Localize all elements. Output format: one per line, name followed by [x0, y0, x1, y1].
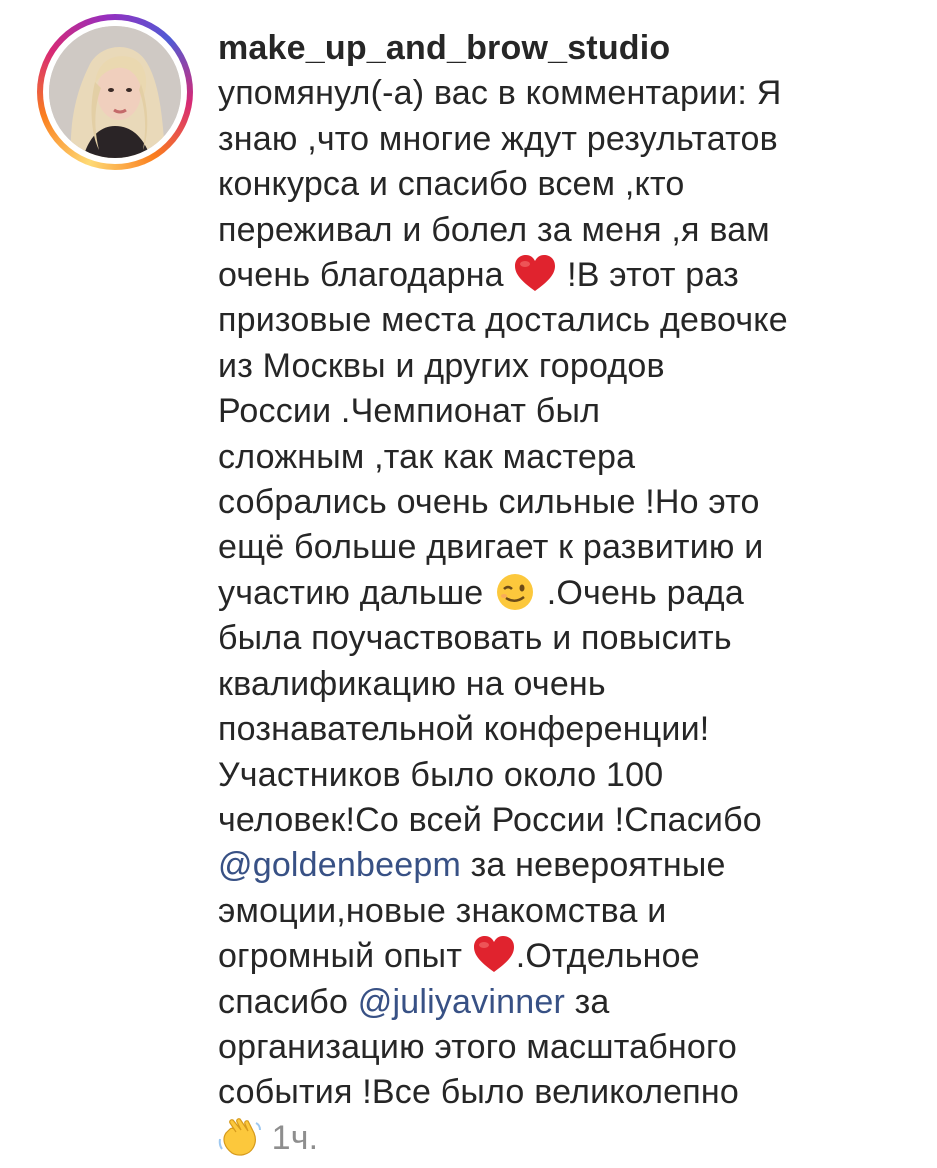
- comment-text-line: эмоции,новые знакомства и: [218, 891, 667, 930]
- comment-text-segment: !В этот раз: [567, 256, 739, 295]
- username-link[interactable]: make_up_and_brow_studio: [218, 29, 670, 67]
- comment-text-segment: спасибо: [218, 982, 349, 1021]
- comment-text-line: знаю ,что многие ждут результатов: [218, 119, 778, 158]
- avatar-portrait-icon: [49, 26, 181, 158]
- story-ring-avatar[interactable]: [37, 14, 193, 170]
- timestamp: 1ч.: [271, 1118, 319, 1157]
- waving-hand-emoji-icon: [218, 1117, 262, 1157]
- comment-text-line: Участников было около 100: [218, 755, 664, 794]
- comment-text-line: человек!Со всей России !Спасибо: [218, 800, 762, 839]
- comment-text-line: переживал и болел за меня ,я вам: [218, 210, 770, 249]
- comment-text-line: ещё больше двигает к развитию и: [218, 528, 764, 567]
- comment-text-line: собрались очень сильные !Но это: [218, 483, 760, 522]
- comment-text-line: была поучаствовать и повысить: [218, 619, 732, 658]
- comment-text-line: конкурса и спасибо всем ,кто: [218, 165, 685, 204]
- heart-emoji-icon: [513, 254, 557, 294]
- comment-text-segment: огромный опыт: [218, 937, 463, 976]
- comment-text-line: организацию этого масштабного: [218, 1027, 737, 1066]
- avatar: [49, 26, 181, 158]
- comment-text-line: квалификацию на очень: [218, 664, 606, 703]
- comment-mention-notification[interactable]: make_up_and_brow_studio упомянул(-а) вас…: [0, 0, 937, 1168]
- comment-text-line: России .Чемпионат был: [218, 392, 601, 431]
- comment-text-segment: за невероятные: [470, 846, 726, 885]
- comment-text-line: упомянул(-а) вас в комментарии: Я: [218, 74, 782, 113]
- comment-text-segment: очень благодарна: [218, 256, 504, 295]
- comment-text-line: призовые места достались девочке: [218, 301, 788, 340]
- comment-text-segment: за: [574, 982, 610, 1021]
- comment-text-line: познавательной конференции!: [218, 710, 710, 749]
- notification-text: make_up_and_brow_studio упомянул(-а) вас…: [218, 26, 918, 1161]
- comment-text-segment: .Очень рада: [546, 573, 744, 612]
- comment-text-line: из Москвы и других городов: [218, 346, 665, 385]
- mention-link-juliyavinner[interactable]: @juliyavinner: [358, 983, 565, 1021]
- comment-text-segment: .Отдельное: [515, 937, 700, 976]
- comment-text-segment: участию дальше: [218, 573, 484, 612]
- mention-link-goldenbeepm[interactable]: @goldenbeepm: [218, 846, 461, 884]
- wink-emoji-icon: [493, 572, 537, 612]
- comment-text-line: события !Все было великолепно: [218, 1073, 739, 1112]
- comment-text-line: сложным ,так как мастера: [218, 437, 636, 476]
- heart-emoji-icon: [472, 935, 516, 975]
